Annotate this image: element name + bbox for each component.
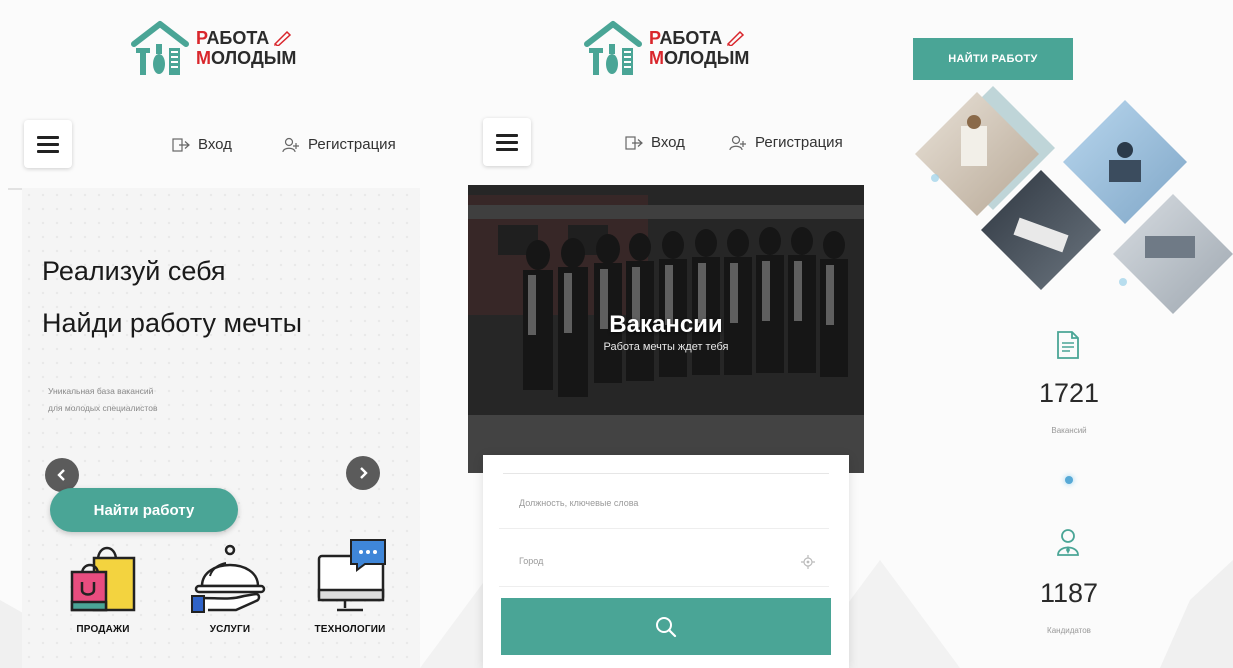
register-link[interactable]: Регистрация [282, 136, 396, 153]
menu-button[interactable] [483, 118, 531, 166]
register-label: Регистрация [308, 136, 396, 153]
slider-prev-button[interactable] [45, 458, 79, 492]
login-icon [625, 135, 643, 150]
pen-icon [727, 30, 745, 46]
hero-title-line1: Реализуй себя [42, 256, 226, 286]
brand-word-2: ОЛОДЫМ [664, 48, 750, 68]
brand-letter: М [649, 48, 664, 68]
login-link[interactable]: Вход [172, 136, 232, 153]
register-icon [729, 135, 746, 150]
brand-logo[interactable]: РАБОТА МОЛОДЫМ [130, 18, 296, 78]
search-button[interactable] [501, 598, 831, 655]
screen-stats: НАЙТИ РАБОТУ 1721 Вакансий 1187 Кандидат… [905, 0, 1233, 668]
login-label: Вход [651, 134, 685, 151]
hamburger-icon-line [496, 133, 518, 137]
hamburger-icon-line [37, 149, 59, 153]
menu-button[interactable] [24, 120, 72, 168]
category-label: ТЕХНОЛОГИИ [314, 624, 386, 635]
hamburger-icon-line [496, 140, 518, 144]
login-link[interactable]: Вход [625, 134, 685, 151]
search-icon [656, 616, 677, 637]
hero-subtitle-line1: Уникальная база вакансий [48, 386, 154, 396]
house-logo-icon [131, 21, 189, 75]
banner-subtitle: Работа мечты ждет тебя [603, 341, 729, 353]
brand-letter: М [196, 48, 211, 68]
find-job-button[interactable]: Найти работу [50, 488, 238, 532]
hamburger-icon-line [496, 147, 518, 151]
category-label: ПРОДАЖИ [76, 624, 130, 635]
brand-letter: Р [196, 28, 207, 48]
cloche-icon [191, 544, 266, 613]
hero-subtitle-line2: для молодых специалистов [48, 403, 158, 413]
separator-dot [1065, 476, 1073, 484]
banner-title: Вакансии [609, 311, 723, 338]
city-placeholder: Город [519, 555, 544, 566]
city-input[interactable]: Город [499, 535, 829, 587]
category-services[interactable]: УСЛУГИ [175, 538, 285, 635]
brand-letter: Р [649, 28, 660, 48]
brand-word-2: ОЛОДЫМ [211, 48, 297, 68]
shopping-bags-icon [70, 546, 136, 612]
candidates-label: Кандидатов [1047, 626, 1091, 635]
vacancies-label: Вакансий [1051, 426, 1087, 435]
vacancies-count: 1721 [1038, 378, 1100, 408]
hamburger-icon-line [37, 135, 59, 139]
keyword-placeholder: Должность, ключевые слова [519, 497, 639, 508]
pen-icon [274, 30, 292, 46]
register-link[interactable]: Регистрация [729, 134, 843, 151]
house-logo-icon [584, 21, 642, 75]
register-label: Регистрация [755, 134, 843, 151]
brand-logo[interactable]: РАБОТА МОЛОДЫМ [583, 18, 749, 78]
candidates-count: 1187 [1039, 578, 1099, 608]
category-sales[interactable]: ПРОДАЖИ [48, 538, 158, 635]
hero-title-line2: Найди работу мечты [42, 308, 303, 338]
keyword-input[interactable]: Должность, ключевые слова [499, 477, 829, 529]
vacancies-banner: Вакансии Работа мечты ждет тебя [468, 185, 864, 473]
register-icon [282, 137, 299, 152]
screen-vacancies: РАБОТА МОЛОДЫМ Вход Регистрация Вакансии… [463, 0, 873, 668]
hamburger-icon-line [37, 142, 59, 146]
login-label: Вход [198, 136, 232, 153]
location-target-icon[interactable] [801, 555, 815, 569]
category-label: УСЛУГИ [209, 624, 251, 635]
user-icon [1057, 529, 1079, 556]
job-search-form: Должность, ключевые слова Город [483, 455, 849, 668]
brand-name: РАБОТА МОЛОДЫМ [196, 28, 296, 68]
slider-next-button[interactable] [346, 456, 380, 490]
brand-word-1: АБОТА [206, 28, 270, 48]
diamond-photo-collage [915, 86, 1233, 314]
chevron-right-icon [360, 467, 368, 479]
computer-chat-icon [317, 539, 386, 612]
brand-word-1: АБОТА [659, 28, 723, 48]
find-job-button[interactable]: НАЙТИ РАБОТУ [913, 38, 1073, 80]
divider [503, 473, 829, 474]
screen-home: РАБОТА МОЛОДЫМ Вход Регистрация Реализуй… [0, 0, 420, 668]
document-icon [1057, 331, 1079, 359]
category-technology[interactable]: ТЕХНОЛОГИИ [295, 538, 405, 635]
login-icon [172, 137, 190, 152]
chevron-left-icon [57, 469, 65, 481]
brand-name: РАБОТА МОЛОДЫМ [649, 28, 749, 68]
